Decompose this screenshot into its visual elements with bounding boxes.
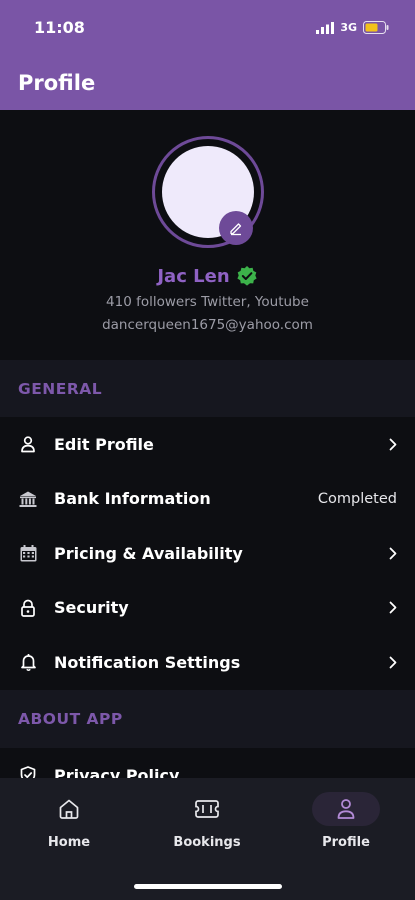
section-general-header: GENERAL xyxy=(0,360,415,417)
section-about-title: ABOUT APP xyxy=(18,710,123,728)
nav-home-icon-wrap xyxy=(35,792,103,826)
nav-profile-icon-wrap xyxy=(312,792,380,826)
page-title: Profile xyxy=(18,70,96,95)
edit-avatar-button[interactable] xyxy=(219,211,253,245)
menu-item-bank-information[interactable]: Bank Information Completed xyxy=(0,472,415,527)
signal-icon xyxy=(316,21,335,34)
menu-item-security[interactable]: Security xyxy=(0,581,415,636)
menu-label: Edit Profile xyxy=(54,434,154,454)
profile-card: Jac Len 410 followers Twitter, Youtube d… xyxy=(0,110,415,360)
menu-item-privacy-policy[interactable]: Privacy Policy xyxy=(0,748,415,778)
menu-label: Pricing & Availability xyxy=(54,543,243,563)
nav-label: Home xyxy=(47,835,91,850)
nav-label: Bookings xyxy=(173,835,241,850)
menu-label: Security xyxy=(54,598,129,618)
followers-text: 410 followers Twitter, Youtube xyxy=(106,294,309,310)
battery-icon xyxy=(363,21,389,34)
app-header: Profile xyxy=(0,55,415,110)
menu-label: Bank Information xyxy=(54,489,211,509)
nav-bookings-icon-wrap xyxy=(173,792,241,826)
pencil-icon xyxy=(230,223,242,236)
menu-item-edit-profile[interactable]: Edit Profile xyxy=(0,417,415,472)
status-bar: 11:08 3G xyxy=(0,0,415,55)
home-indicator[interactable] xyxy=(134,884,282,889)
bottom-nav: Home Bookings Profile xyxy=(0,778,415,900)
section-about-header: ABOUT APP xyxy=(0,690,415,748)
status-time: 11:08 xyxy=(34,18,85,37)
bell-icon xyxy=(18,652,38,672)
network-type: 3G xyxy=(340,21,357,34)
ticket-icon xyxy=(195,800,219,818)
chevron-right-icon xyxy=(385,601,397,614)
verified-badge-icon xyxy=(237,266,257,286)
calendar-icon xyxy=(18,543,38,563)
profile-icon xyxy=(337,799,355,819)
shield-icon xyxy=(18,765,38,778)
profile-name: Jac Len xyxy=(157,265,230,287)
email-text: dancerqueen1675@yahoo.com xyxy=(102,317,313,333)
chevron-right-icon xyxy=(385,656,397,669)
name-row: Jac Len xyxy=(0,265,415,287)
chevron-right-icon xyxy=(385,438,397,451)
bank-status-value: Completed xyxy=(317,490,397,507)
nav-home[interactable]: Home xyxy=(9,792,129,852)
chevron-right-icon xyxy=(385,547,397,560)
user-icon xyxy=(18,434,38,454)
nav-profile[interactable]: Profile xyxy=(286,792,406,852)
about-menu: Privacy Policy xyxy=(0,748,415,778)
menu-label: Notification Settings xyxy=(54,652,241,672)
status-indicators: 3G xyxy=(316,21,389,34)
nav-label: Profile xyxy=(322,835,370,850)
home-icon xyxy=(59,799,79,819)
menu-item-pricing-availability[interactable]: Pricing & Availability xyxy=(0,526,415,581)
general-menu: Edit Profile Bank Information Completed xyxy=(0,417,415,690)
nav-bookings[interactable]: Bookings xyxy=(147,792,267,852)
section-general-title: GENERAL xyxy=(18,379,103,398)
lock-icon xyxy=(18,598,38,618)
menu-label: Privacy Policy xyxy=(54,765,180,778)
menu-item-notification-settings[interactable]: Notification Settings xyxy=(0,635,415,690)
bank-icon xyxy=(18,489,38,509)
